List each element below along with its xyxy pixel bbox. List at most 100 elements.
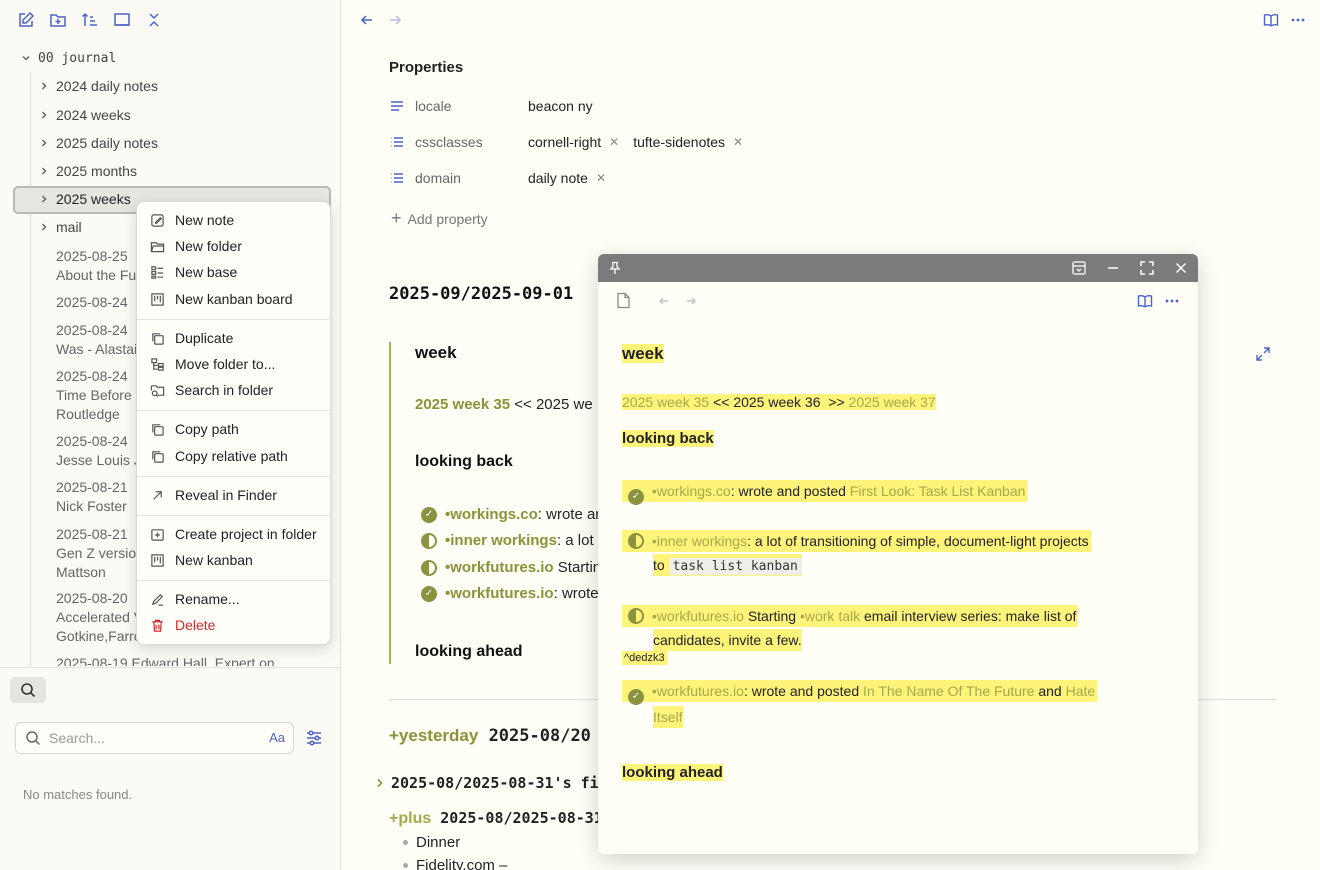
- nav-back-icon[interactable]: [357, 10, 377, 30]
- menu-label: Create project in folder: [175, 526, 317, 542]
- search-toggle-button[interactable]: [10, 677, 46, 703]
- maximize-icon[interactable]: [1138, 259, 1156, 277]
- more-options-icon[interactable]: [1288, 10, 1308, 30]
- link-prev-week[interactable]: 2025 week 35: [415, 396, 510, 413]
- collapse-panel-icon[interactable]: [112, 10, 132, 30]
- more-options-icon[interactable]: [1164, 293, 1180, 312]
- minimize-icon[interactable]: [1104, 259, 1122, 277]
- file-item[interactable]: 2025-08-24: [56, 293, 128, 312]
- note-heading: 2025-09/2025-09-01: [389, 284, 574, 304]
- file-item[interactable]: 2025-08-21 Gen Z version Mattson: [56, 525, 144, 582]
- file-item[interactable]: 2025-08-25 About the Fu: [56, 247, 136, 285]
- search-field[interactable]: Aa: [15, 722, 294, 754]
- task-link[interactable]: •workfutures.io: [652, 608, 744, 624]
- folder-00-journal[interactable]: 00 journal: [18, 45, 116, 71]
- folder-2025-weeks[interactable]: 2025 weeks: [36, 186, 131, 212]
- pin-icon[interactable]: [606, 259, 624, 277]
- file-item[interactable]: 2025-08-24 Time Before Routledge: [56, 367, 132, 424]
- menu-reveal-in-finder[interactable]: Reveal in Finder: [149, 484, 277, 506]
- property-locale[interactable]: locale beacon ny: [389, 95, 593, 117]
- menu-new-folder[interactable]: New folder: [149, 235, 242, 257]
- file-item[interactable]: 2025-08-24 Jesse Louis J: [56, 432, 141, 470]
- task-link[interactable]: •work talk: [800, 608, 860, 624]
- file-item[interactable]: 2025-08-24 Was - Alastai: [56, 321, 137, 359]
- property-value[interactable]: beacon ny: [528, 98, 593, 114]
- file-item[interactable]: 2025-08-21 Nick Foster: [56, 478, 128, 516]
- half-circle-icon: [628, 608, 644, 624]
- remove-pill-icon[interactable]: ✕: [733, 135, 743, 149]
- menu-new-note[interactable]: New note: [149, 209, 234, 231]
- menu-copy-path[interactable]: Copy path: [149, 418, 239, 440]
- link-prev-week[interactable]: 2025 week 35: [622, 394, 709, 410]
- file-icon: [616, 292, 631, 312]
- menu-new-kanban[interactable]: New kanban: [149, 549, 253, 571]
- file-item[interactable]: 2025-08-20 Accelerated V Gotkine,Farro: [56, 589, 143, 646]
- plus-tag[interactable]: +plus: [389, 810, 431, 827]
- property-domain[interactable]: domain daily note ✕: [389, 167, 614, 189]
- property-pill[interactable]: tufte-sidenotes: [633, 134, 725, 150]
- files-section[interactable]: 2025-08/2025-08-31's files: [375, 774, 626, 792]
- add-property-label: Add property: [407, 210, 488, 227]
- archive-box-icon[interactable]: [1070, 259, 1088, 277]
- task-link[interactable]: •inner workings: [445, 532, 557, 549]
- task-link[interactable]: Itself: [653, 706, 683, 728]
- file-line: 2025-08-24: [56, 322, 128, 338]
- new-note-icon: [149, 212, 165, 228]
- tree-guide-line: [30, 72, 31, 666]
- remove-pill-icon[interactable]: ✕: [609, 135, 619, 149]
- expand-icon[interactable]: [1255, 346, 1271, 365]
- link-next-week[interactable]: 2025 week 37: [849, 394, 936, 410]
- popover-task-item: ✓ •workings.co: wrote and posted First L…: [622, 479, 1028, 505]
- new-note-icon[interactable]: [16, 10, 36, 30]
- task-link[interactable]: •workings.co: [652, 483, 731, 499]
- folder-label: 2024 weeks: [56, 107, 131, 123]
- task-link[interactable]: In The Name Of The Future: [863, 683, 1034, 699]
- task-link[interactable]: First Look: Task List Kanban: [850, 483, 1026, 499]
- menu-search-in-folder[interactable]: Search in folder: [149, 379, 273, 401]
- nav-forward-icon[interactable]: [685, 294, 697, 310]
- folder-mail[interactable]: mail: [36, 214, 82, 240]
- nav-back-icon[interactable]: [658, 294, 670, 310]
- folder-2025-daily-notes[interactable]: 2025 daily notes: [36, 130, 158, 156]
- close-icon[interactable]: [1172, 259, 1190, 277]
- reading-view-icon[interactable]: [1261, 10, 1281, 30]
- property-cssclasses[interactable]: cssclasses cornell-right ✕ tufte-sidenote…: [389, 131, 751, 153]
- menu-create-project[interactable]: Create project in folder: [149, 523, 317, 545]
- task-link[interactable]: •workfutures.io: [652, 683, 744, 699]
- menu-move-folder[interactable]: Move folder to...: [149, 353, 275, 375]
- check-circle-icon: ✓: [421, 506, 437, 523]
- menu-duplicate[interactable]: Duplicate: [149, 327, 233, 349]
- menu-delete[interactable]: Delete: [149, 614, 215, 636]
- menu-new-base[interactable]: New base: [149, 261, 237, 283]
- task-link[interactable]: •inner workings: [652, 533, 747, 549]
- search-input[interactable]: [49, 730, 249, 746]
- folder-2025-months[interactable]: 2025 months: [36, 158, 137, 184]
- menu-label: Reveal in Finder: [175, 487, 277, 503]
- task-link[interactable]: Hate: [1066, 683, 1096, 699]
- property-pill[interactable]: cornell-right: [528, 134, 601, 150]
- new-folder-icon[interactable]: [48, 10, 68, 30]
- sort-icon[interactable]: [80, 10, 100, 30]
- nav-forward-icon[interactable]: [385, 10, 405, 30]
- chevron-down-icon: [18, 50, 34, 66]
- search-settings-icon[interactable]: [304, 728, 324, 748]
- reading-view-icon[interactable]: [1137, 293, 1153, 312]
- menu-new-kanban-board[interactable]: New kanban board: [149, 288, 293, 310]
- week-nav-text: << 2025 week 36 >>: [709, 394, 849, 410]
- task-link[interactable]: •workfutures.io: [445, 559, 554, 576]
- popover-header[interactable]: [598, 254, 1198, 282]
- match-case-toggle[interactable]: Aa: [269, 730, 285, 745]
- menu-rename[interactable]: Rename...: [149, 588, 240, 610]
- file-item[interactable]: 2025-08-19 Edward Hall, Expert on: [56, 654, 275, 666]
- task-link[interactable]: •workings.co: [445, 506, 538, 523]
- folder-2024-daily-notes[interactable]: 2024 daily notes: [36, 73, 158, 99]
- add-property-button[interactable]: + Add property: [391, 208, 488, 229]
- menu-copy-relative-path[interactable]: Copy relative path: [149, 445, 288, 467]
- folder-2024-weeks[interactable]: 2024 weeks: [36, 102, 131, 128]
- property-pill[interactable]: daily note: [528, 170, 588, 186]
- task-link[interactable]: •workfutures.io: [445, 585, 554, 602]
- yesterday-tag[interactable]: +yesterday: [389, 726, 478, 745]
- remove-pill-icon[interactable]: ✕: [596, 171, 606, 185]
- collapse-all-icon[interactable]: [144, 10, 164, 30]
- task-item: ✓ •workfutures.io: wrote: [421, 585, 599, 602]
